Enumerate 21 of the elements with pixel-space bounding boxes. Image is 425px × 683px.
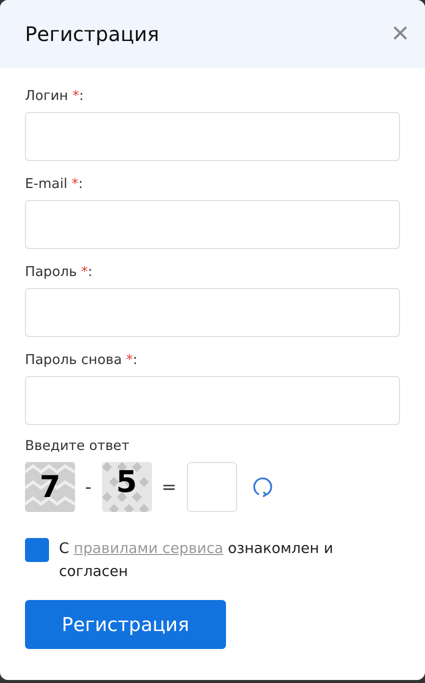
field-label: E-mail *: bbox=[25, 175, 84, 194]
input-field[interactable] bbox=[25, 200, 400, 249]
field-label: Логин *: bbox=[25, 87, 85, 106]
field-label: Пароль *: bbox=[25, 263, 94, 282]
captcha-label: Введите ответ bbox=[25, 437, 130, 456]
equals-sign: = bbox=[162, 476, 177, 498]
register-button[interactable]: Регистрация bbox=[25, 600, 226, 649]
close-button[interactable]: × bbox=[391, 19, 409, 49]
input-field[interactable] bbox=[25, 376, 400, 425]
rules-link[interactable]: правилами сервиса bbox=[74, 541, 224, 557]
refresh-icon[interactable] bbox=[250, 475, 275, 499]
input-field[interactable] bbox=[25, 288, 400, 337]
captcha-digit-image: 7 bbox=[25, 462, 75, 512]
dialog-title: Регистрация bbox=[25, 22, 160, 46]
checkbox[interactable] bbox=[25, 538, 49, 562]
minus-sign: - bbox=[85, 476, 92, 498]
answer-field[interactable] bbox=[186, 462, 237, 512]
field-label: Пароль снова *: bbox=[25, 351, 138, 370]
agreement-text: С правилами сервиса ознакомлен и согласен bbox=[59, 540, 334, 582]
captcha-digit-image: 5 bbox=[102, 462, 152, 512]
input-field[interactable] bbox=[25, 112, 400, 161]
